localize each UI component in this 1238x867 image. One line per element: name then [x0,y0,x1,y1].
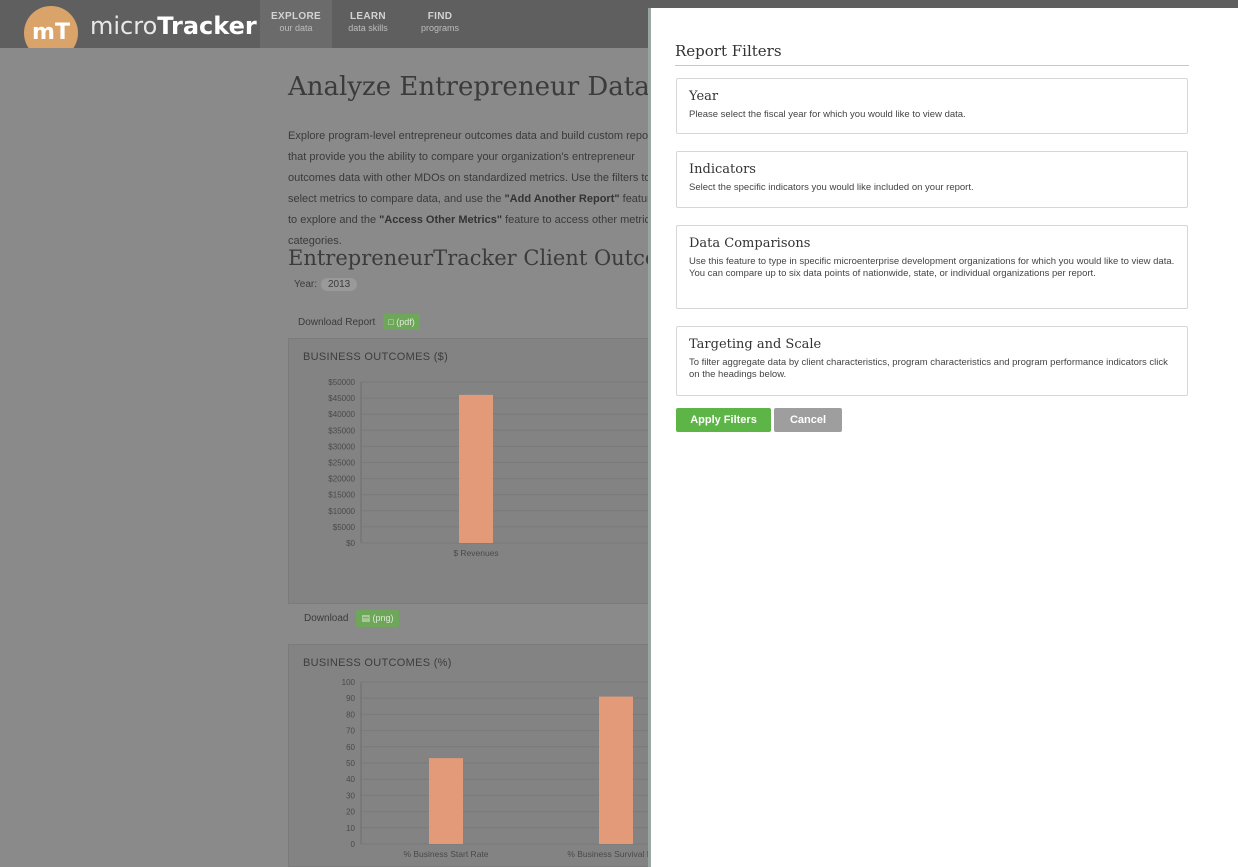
filter-description: Use this feature to type in specific mic… [689,256,1175,279]
year-pill: 2013 [320,278,358,291]
panel-actions: Apply Filters Cancel [676,408,842,432]
y-tick-label: $0 [346,539,355,548]
cancel-button[interactable]: Cancel [774,408,842,432]
y-tick-label: $20000 [328,475,355,484]
page-title: Analyze Entrepreneur Data [288,72,650,102]
download-report-row: Download Report □ (pdf) [298,314,420,330]
chart-business-outcomes-percent: BUSINESS OUTCOMES (%) 0 10 20 30 40 50 60 70 80 9… [288,644,659,867]
download-label: Download [304,613,349,624]
chart-svg: 0 10 20 30 40 50 60 70 80 90 100 % Business Start R… [342,678,659,859]
pdf-icon: □ [388,317,394,327]
section-title: EntrepreneurTracker Client Outcomes [288,246,701,270]
download-report-label: Download Report [298,316,376,328]
filter-indicators[interactable]: Indicators Select the specific indicator… [676,151,1188,208]
download-pdf-button[interactable]: □ (pdf) [383,314,420,330]
filter-data-comparisons[interactable]: Data Comparisons Use this feature to typ… [676,225,1188,309]
y-tick-label: $5000 [333,523,356,532]
y-tick-label: $10000 [328,507,355,516]
y-tick-label: 30 [346,791,355,800]
x-category-label: % Business Start Rate [403,849,488,859]
y-tick-label: 20 [346,808,355,817]
chart-business-outcomes-dollars: BUSINESS OUTCOMES ($) $0 $5000 $10000 $1500… [288,338,659,604]
y-tick-label: 70 [346,727,355,736]
bar [459,394,493,543]
bar [599,696,633,844]
nav-item-find[interactable]: FIND programs [404,0,476,48]
filter-description: Please select the fiscal year for which … [689,109,966,120]
y-tick-label: 80 [346,710,355,719]
y-tick-label: 100 [342,678,356,687]
nav-item-learn[interactable]: LEARN data skills [332,0,404,48]
y-tick-label: 50 [346,759,355,768]
x-category-label: $ Revenues [453,548,498,558]
chart-svg: $0 $5000 $10000 $15000 $20000 $25000 $30000 $35… [328,378,659,558]
main-nav: EXPLORE our data LEARN data skills FIND … [260,0,476,48]
filter-description: To filter aggregate data by client chara… [689,357,1168,380]
panel-title: Report Filters [675,42,782,60]
y-tick-label: 10 [346,824,355,833]
y-tick-label: $30000 [328,442,355,451]
y-tick-label: $25000 [328,459,355,468]
filter-title: Indicators [689,162,756,177]
filter-year[interactable]: Year Please select the fiscal year for w… [676,78,1188,134]
filter-title: Targeting and Scale [689,337,822,352]
chart-icon: ▤ [361,613,370,623]
filter-description: Select the specific indicators you would… [689,182,974,193]
y-tick-label: 90 [346,694,355,703]
filter-title: Data Comparisons [689,236,811,251]
logo-wordmark: microTracker [90,12,257,40]
divider [675,65,1189,66]
y-tick-label: 0 [351,840,356,849]
bar [429,758,463,844]
y-tick-label: 60 [346,743,355,752]
filter-title: Year [689,89,719,104]
download-chart-row: Download ▤ (png) [304,610,399,627]
filter-targeting-and-scale[interactable]: Targeting and Scale To filter aggregate … [676,326,1188,396]
y-tick-label: $45000 [328,394,355,403]
x-category-label: % Business Survival Rate [567,849,659,859]
apply-filters-button[interactable]: Apply Filters [676,408,771,432]
y-tick-label: $40000 [328,410,355,419]
y-tick-label: 40 [346,775,355,784]
nav-item-explore[interactable]: EXPLORE our data [260,0,332,48]
intro-text: Explore program-level entrepreneur outco… [288,130,661,247]
y-tick-label: $15000 [328,491,355,500]
report-filters-panel: Report Filters Year Please select the fi… [648,8,1238,867]
download-png-button[interactable]: ▤ (png) [356,610,399,627]
y-tick-label: $50000 [328,378,355,387]
y-tick-label: $35000 [328,426,355,435]
year-indicator: Year: 2013 [294,278,358,291]
